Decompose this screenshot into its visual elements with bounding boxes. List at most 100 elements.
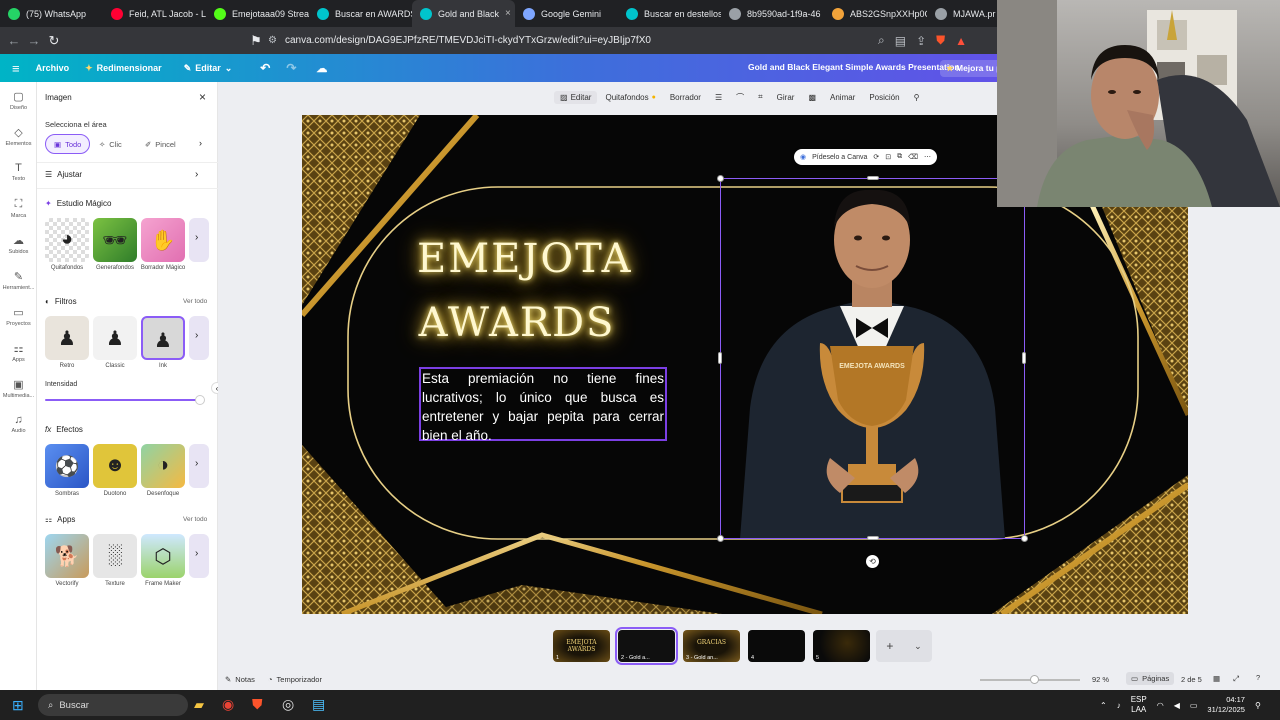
- document-title[interactable]: Gold and Black Elegant Simple Awards Pre…: [748, 62, 960, 72]
- resize-handle-top[interactable]: [867, 176, 879, 180]
- effect-thumbnail[interactable]: ◑: [141, 444, 185, 488]
- effect-thumbnail[interactable]: ⚽: [45, 444, 89, 488]
- trash-icon[interactable]: ⌫: [908, 153, 918, 161]
- page-thumbnail[interactable]: 4: [748, 630, 805, 662]
- adjust-row[interactable]: ☰ Ajustar: [45, 170, 82, 179]
- rail-item-media[interactable]: ▣ Multimedia...: [0, 370, 37, 406]
- brave-icon[interactable]: ⛊: [252, 696, 263, 713]
- chrome-icon[interactable]: ◉: [222, 696, 234, 713]
- app-thumbnail[interactable]: ░: [93, 534, 137, 578]
- clock[interactable]: 04:17 31/12/2025: [1207, 695, 1245, 715]
- page-thumbnail[interactable]: 2 - Gold a...: [615, 627, 678, 665]
- rail-item-upload[interactable]: ☁ Subidos: [0, 226, 37, 262]
- timer-button[interactable]: ◔ Temporizador: [268, 675, 322, 684]
- toolbar-bg-remover-button[interactable]: Quitafondos ●: [599, 91, 661, 104]
- language-indicator[interactable]: ESP LAA: [1131, 695, 1147, 715]
- browser-tab[interactable]: (75) WhatsApp: [0, 0, 103, 27]
- zoom-level[interactable]: 92 %: [1092, 675, 1109, 684]
- filters-see-all-link[interactable]: Ver todo: [183, 298, 207, 305]
- rail-item-apps[interactable]: ⚏ Apps: [0, 334, 37, 370]
- paint-format-icon[interactable]: ⚲: [908, 91, 926, 104]
- browser-tab[interactable]: Buscar en destellos: [618, 0, 721, 27]
- browser-tab[interactable]: Google Gemini: [515, 0, 618, 27]
- rail-item-tools[interactable]: ✎ Herramient...: [0, 262, 37, 298]
- lock-icon[interactable]: ⊡: [885, 153, 891, 161]
- grid-view-icon[interactable]: ▦: [1213, 674, 1220, 683]
- chevron-right-icon[interactable]: ›: [195, 169, 198, 180]
- chip-pincel[interactable]: ✐ Pincel: [137, 134, 184, 154]
- magic-thumbnail[interactable]: 🕶: [93, 218, 137, 262]
- cloud-save-icon[interactable]: ☁: [308, 62, 335, 75]
- more-thumbnails-peek[interactable]: ›: [189, 444, 209, 488]
- rail-item-shapes[interactable]: ◇ Elementos: [0, 118, 37, 154]
- page-thumbnail[interactable]: 5: [813, 630, 870, 662]
- rail-item-music[interactable]: ♫ Audio: [0, 406, 37, 442]
- crop-icon[interactable]: ⌗: [752, 90, 769, 104]
- chevron-down-icon[interactable]: ⌄: [914, 641, 922, 652]
- pages-button[interactable]: ▭ Páginas: [1126, 672, 1175, 685]
- edit-mode-button[interactable]: ✎ Editar ⌄: [176, 63, 241, 74]
- resize-button[interactable]: ✦ Redimensionar: [77, 63, 170, 74]
- add-page-button[interactable]: + ⌄: [876, 630, 932, 662]
- battery-icon[interactable]: ▭: [1190, 701, 1198, 710]
- chip-todo[interactable]: ▣ Todo: [45, 134, 91, 154]
- browser-tab[interactable]: Gold and Black ×: [412, 0, 515, 27]
- transparency-icon[interactable]: ▩: [802, 91, 822, 104]
- filter-thumbnail[interactable]: ♟: [45, 316, 89, 360]
- duplicate-icon[interactable]: ⧉: [897, 153, 902, 161]
- magic-thumbnail[interactable]: ✋: [141, 218, 185, 262]
- resize-handle-bottom[interactable]: [867, 536, 879, 540]
- rotate-handle-icon[interactable]: ⟲: [866, 555, 879, 568]
- volume-icon[interactable]: ◀: [1174, 701, 1180, 710]
- toolbar-position-button[interactable]: Posición: [863, 91, 905, 104]
- reader-icon[interactable]: ▤: [895, 34, 906, 48]
- browser-tab[interactable]: Emejotaaa09 Stream: [206, 0, 309, 27]
- chevron-right-icon[interactable]: ›: [199, 138, 202, 148]
- resize-handle-right[interactable]: [1022, 352, 1026, 364]
- rotate-object-icon[interactable]: ⟳: [873, 153, 879, 161]
- page-thumbnail[interactable]: EMEJOTA AWARDS 1: [553, 630, 610, 662]
- share-icon[interactable]: ⇪: [916, 34, 926, 48]
- close-icon[interactable]: ×: [199, 90, 206, 104]
- line-weight-icon[interactable]: ☰: [709, 91, 728, 104]
- ask-canva-button[interactable]: Pídeselo a Canva: [812, 154, 867, 161]
- hamburger-icon[interactable]: ≡: [0, 61, 28, 76]
- rail-item-folder[interactable]: ▭ Proyectos: [0, 298, 37, 334]
- notepad-icon[interactable]: ▤: [312, 696, 325, 713]
- browser-tab[interactable]: ABS2GSnpXXHp0G: [824, 0, 927, 27]
- intensity-slider-track[interactable]: [45, 399, 203, 401]
- intensity-slider-knob[interactable]: [194, 395, 205, 405]
- slide-body-text[interactable]: Esta premiación no tiene fines lucrativo…: [419, 367, 667, 443]
- resize-handle-left[interactable]: [718, 352, 722, 364]
- close-tab-icon[interactable]: ×: [505, 8, 511, 19]
- app-thumbnail[interactable]: ⬡: [141, 534, 185, 578]
- browser-tab[interactable]: Feid, ATL Jacob - Lu: [103, 0, 206, 27]
- wifi-icon[interactable]: ◠: [1157, 701, 1164, 710]
- more-options-icon[interactable]: ⋯: [924, 153, 931, 161]
- zoom-search-icon[interactable]: ⌕: [878, 33, 885, 48]
- notes-button[interactable]: ✎ Notas: [225, 675, 255, 684]
- app-thumbnail[interactable]: 🐕: [45, 534, 89, 578]
- page-thumbnail[interactable]: GRACIAS 3 - Gold an...: [683, 630, 740, 662]
- more-thumbnails-peek[interactable]: ›: [189, 218, 209, 262]
- site-info-icon[interactable]: ⚙: [268, 35, 277, 46]
- toolbar-flip-button[interactable]: Girar: [771, 91, 801, 104]
- browser-tab[interactable]: 8b9590ad-1f9a-46: [721, 0, 824, 27]
- toolbar-animate-button[interactable]: Animar: [824, 91, 861, 104]
- taskbar-search[interactable]: ⌕ Buscar: [38, 694, 188, 716]
- more-thumbnails-peek[interactable]: ›: [189, 316, 209, 360]
- rewards-icon[interactable]: ▲: [955, 34, 967, 48]
- windows-start-icon[interactable]: ⊞: [12, 697, 24, 714]
- rail-item-brand[interactable]: ⛶ Marca: [0, 190, 37, 226]
- redo-icon[interactable]: ↷: [278, 61, 304, 75]
- apps-see-all-link[interactable]: Ver todo: [183, 516, 207, 523]
- fullscreen-icon[interactable]: ⤢: [1233, 674, 1239, 684]
- toolbar-eraser-button[interactable]: Borrador: [664, 91, 707, 104]
- magic-thumbnail[interactable]: ◕: [45, 218, 89, 262]
- file-explorer-icon[interactable]: ▰: [194, 697, 204, 713]
- resize-handle-bl[interactable]: [717, 535, 724, 542]
- brave-shield-icon[interactable]: ⛊: [936, 33, 945, 48]
- zoom-slider-knob[interactable]: [1030, 675, 1039, 684]
- help-icon[interactable]: ?: [1256, 673, 1260, 682]
- undo-icon[interactable]: ↶: [252, 61, 278, 75]
